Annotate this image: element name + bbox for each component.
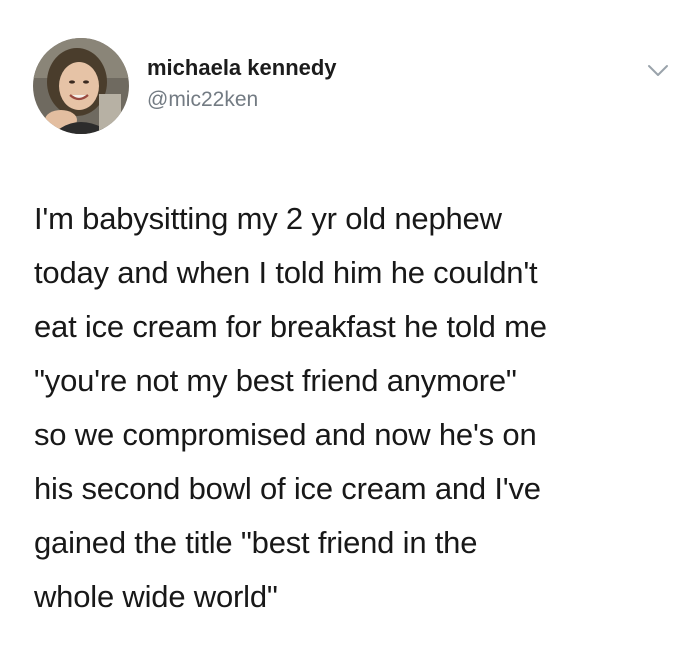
avatar-photo	[33, 38, 129, 134]
tweet-text-line: so we compromised and now he's on	[34, 417, 537, 452]
tweet-text-line: eat ice cream for breakfast he told me	[34, 309, 547, 344]
tweet-text-line: his second bowl of ice cream and I've	[34, 471, 541, 506]
tweet-text-line: today and when I told him he couldn't	[34, 255, 538, 290]
tweet-text: I'm babysitting my 2 yr old nephew today…	[34, 192, 684, 624]
author-handle[interactable]: @mic22ken	[147, 88, 258, 112]
tweet-text-line: I'm babysitting my 2 yr old nephew	[34, 201, 502, 236]
author-display-name[interactable]: michaela kennedy	[147, 55, 337, 81]
tweet-card: michaela kennedy @mic22ken I'm babysitti…	[0, 0, 700, 660]
tweet-text-line: whole wide world"	[34, 579, 278, 614]
chevron-down-icon[interactable]	[647, 64, 669, 78]
avatar[interactable]	[33, 38, 129, 134]
tweet-text-line: gained the title "best friend in the	[34, 525, 478, 560]
tweet-text-line: "you're not my best friend anymore"	[34, 363, 517, 398]
